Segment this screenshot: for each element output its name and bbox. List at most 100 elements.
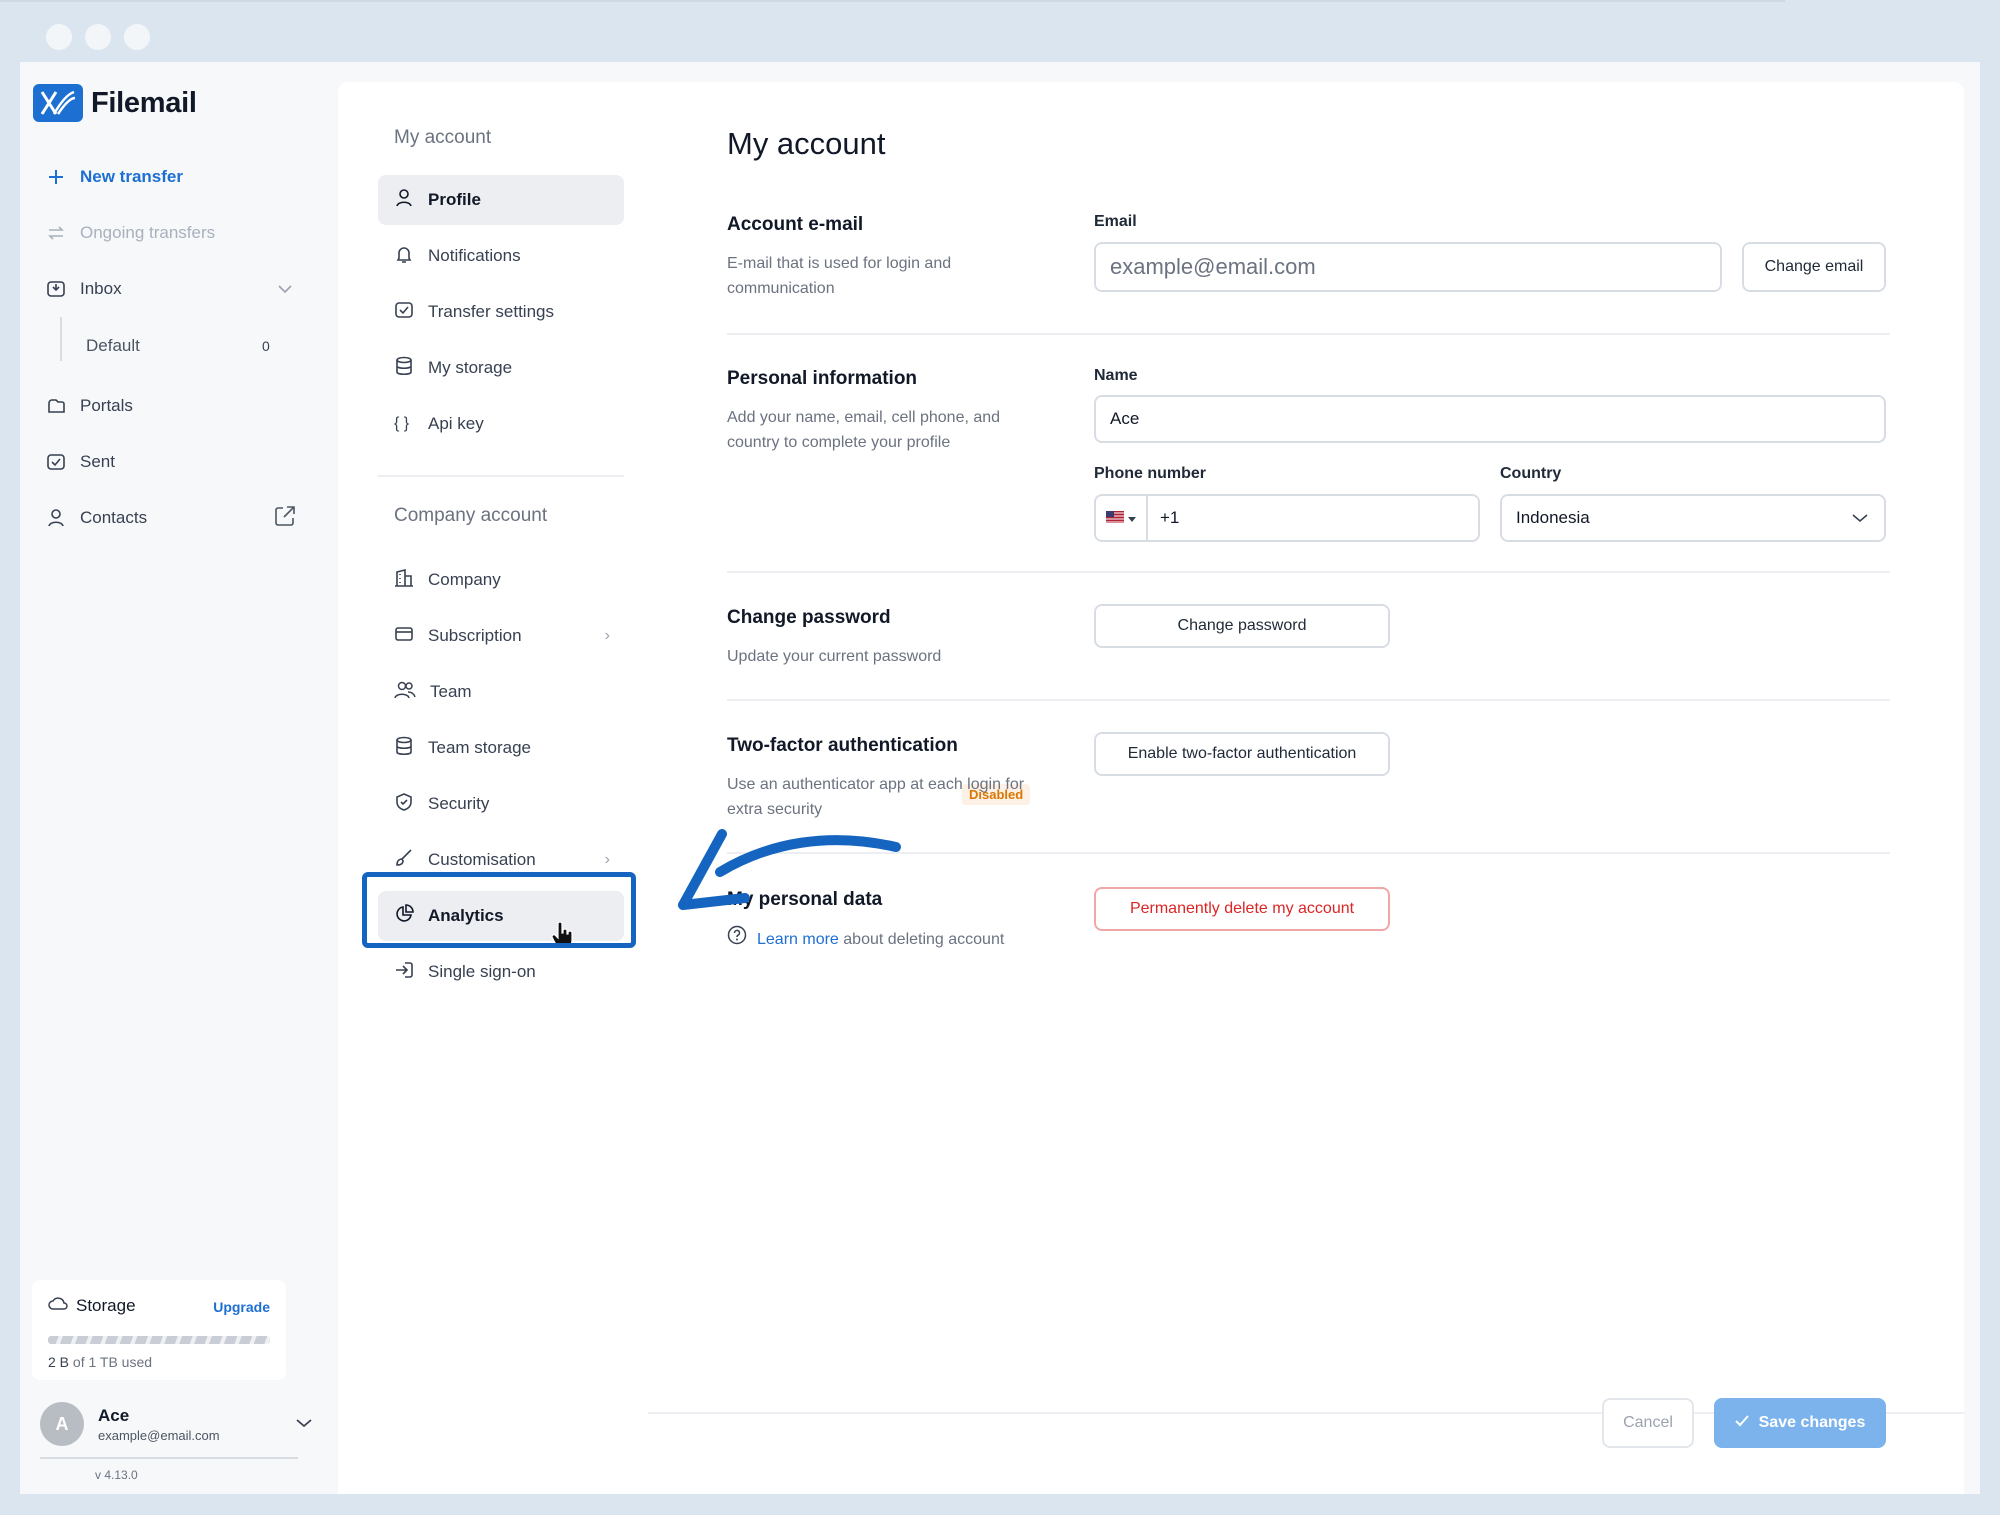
chevron-right-icon: › [604, 627, 610, 644]
transfer-settings-icon [394, 300, 414, 325]
storage-usage-bar [48, 1336, 270, 1344]
menu-item-team[interactable]: Team [378, 667, 624, 717]
cloud-icon [48, 1295, 68, 1316]
sidebar-item-portals[interactable]: Portals [46, 396, 133, 416]
menu-heading-my-account: My account [394, 127, 492, 148]
phone-number-field[interactable]: +1 [1094, 494, 1480, 542]
menu-item-company[interactable]: Company [378, 555, 624, 605]
app-version: v 4.13.0 [95, 1468, 138, 1482]
divider [40, 1457, 298, 1459]
database-icon [394, 356, 414, 381]
storage-label: Storage [76, 1295, 136, 1315]
plus-icon [46, 167, 66, 187]
country-select[interactable]: Indonesia [1500, 494, 1886, 542]
chevron-down-icon[interactable] [278, 279, 292, 299]
personal-information-description: Add your name, email, cell phone, and co… [727, 409, 1001, 451]
inbox-tree-line [60, 317, 62, 361]
divider [727, 571, 1890, 573]
caret-down-icon [1128, 508, 1136, 528]
contacts-label: Contacts [80, 508, 148, 527]
user-menu[interactable]: A Ace example@email.com [40, 1402, 312, 1446]
sidebar-item-inbox[interactable]: Inbox [46, 279, 300, 299]
team-icon [394, 680, 416, 705]
menu-item-label: Profile [428, 190, 481, 209]
credit-card-icon [394, 624, 414, 649]
menu-item-label: Notifications [428, 246, 521, 265]
window-top-border [0, 0, 1785, 2]
window-control-dot[interactable] [85, 24, 111, 50]
filemail-logo-icon [33, 84, 83, 122]
app-name: Filemail [91, 86, 197, 119]
user-email: example@email.com [98, 1427, 220, 1443]
menu-item-team-storage[interactable]: Team storage [378, 723, 624, 773]
account-email-description: E-mail that is used for login and commun… [727, 255, 952, 297]
menu-item-api-key[interactable]: { } Api key [378, 399, 624, 449]
menu-item-label: Security [428, 794, 490, 813]
email-field[interactable]: example@email.com [1094, 242, 1722, 292]
building-icon [394, 568, 414, 593]
save-changes-button[interactable]: Save changes [1714, 1398, 1886, 1448]
portals-icon [46, 396, 66, 416]
sidebar-item-contacts[interactable]: Contacts [46, 505, 300, 528]
menu-item-label: Single sign-on [428, 962, 536, 981]
menu-item-single-sign-on[interactable]: Single sign-on [378, 947, 624, 997]
storage-used-suffix: of 1 TB used [69, 1354, 153, 1370]
upgrade-link[interactable]: Upgrade [213, 1299, 270, 1315]
divider [727, 333, 1890, 335]
storage-used-amount: 2 B [48, 1354, 70, 1370]
annotation-highlight-box [362, 872, 636, 948]
annotation-arrow-icon [678, 829, 901, 910]
user-name: Ace [98, 1405, 130, 1425]
menu-item-label: Team storage [428, 738, 531, 757]
inbox-default-label: Default [86, 336, 140, 355]
delete-account-button[interactable]: Permanently delete my account [1094, 887, 1390, 931]
phone-number-label: Phone number [1094, 465, 1207, 482]
change-password-button[interactable]: Change password [1094, 604, 1390, 648]
country-value: Indonesia [1516, 508, 1590, 527]
menu-item-profile[interactable]: Profile [378, 175, 624, 225]
change-email-button[interactable]: Change email [1742, 242, 1886, 292]
new-transfer-button[interactable]: New transfer [46, 167, 183, 187]
country-code-selector[interactable] [1096, 496, 1148, 540]
name-field[interactable]: Ace [1094, 395, 1886, 443]
sidebar-item-inbox-default[interactable]: Default [86, 336, 140, 356]
portals-label: Portals [80, 396, 133, 415]
sent-label: Sent [80, 452, 115, 471]
chevron-down-icon [1852, 508, 1868, 528]
enable-two-factor-button[interactable]: Enable two-factor authentication [1094, 732, 1390, 776]
menu-item-label: My storage [428, 358, 513, 377]
transfer-arrows-icon [46, 223, 66, 243]
country-label: Country [1500, 465, 1562, 482]
change-password-description: Update your current password [727, 648, 942, 665]
divider [727, 699, 1890, 701]
chevron-down-icon[interactable] [295, 1415, 312, 1433]
brush-icon [394, 848, 414, 873]
menu-item-label: Subscription [428, 626, 522, 645]
ongoing-transfers-item[interactable]: Ongoing transfers [46, 223, 215, 243]
save-changes-label: Save changes [1758, 1414, 1866, 1431]
braces-icon: { } [394, 415, 410, 432]
storage-used-text: 2 B of 1 TB used [48, 1354, 152, 1370]
menu-item-my-storage[interactable]: My storage [378, 343, 624, 393]
window-control-dot[interactable] [46, 24, 72, 50]
account-email-heading: Account e-mail [727, 214, 864, 235]
external-link-icon[interactable] [274, 505, 296, 532]
sidebar-item-sent[interactable]: Sent [46, 452, 115, 472]
check-icon [1734, 1414, 1749, 1432]
menu-item-notifications[interactable]: Notifications [378, 231, 624, 281]
app-logo[interactable]: Filemail [33, 84, 197, 122]
menu-item-label: Api key [428, 414, 484, 433]
window-control-dot[interactable] [124, 24, 150, 50]
user-icon [46, 508, 66, 528]
email-field-label: Email [1094, 213, 1137, 230]
avatar: A [40, 1402, 84, 1446]
menu-item-security[interactable]: Security [378, 779, 624, 829]
cancel-button[interactable]: Cancel [1602, 1398, 1694, 1448]
menu-item-subscription[interactable]: Subscription › [378, 611, 624, 661]
menu-item-transfer-settings[interactable]: Transfer settings [378, 287, 624, 337]
menu-item-label: Team [430, 682, 472, 701]
sign-in-icon [394, 960, 414, 985]
phone-code-value: +1 [1160, 508, 1180, 527]
sent-icon [46, 452, 66, 472]
shield-icon [394, 792, 414, 817]
